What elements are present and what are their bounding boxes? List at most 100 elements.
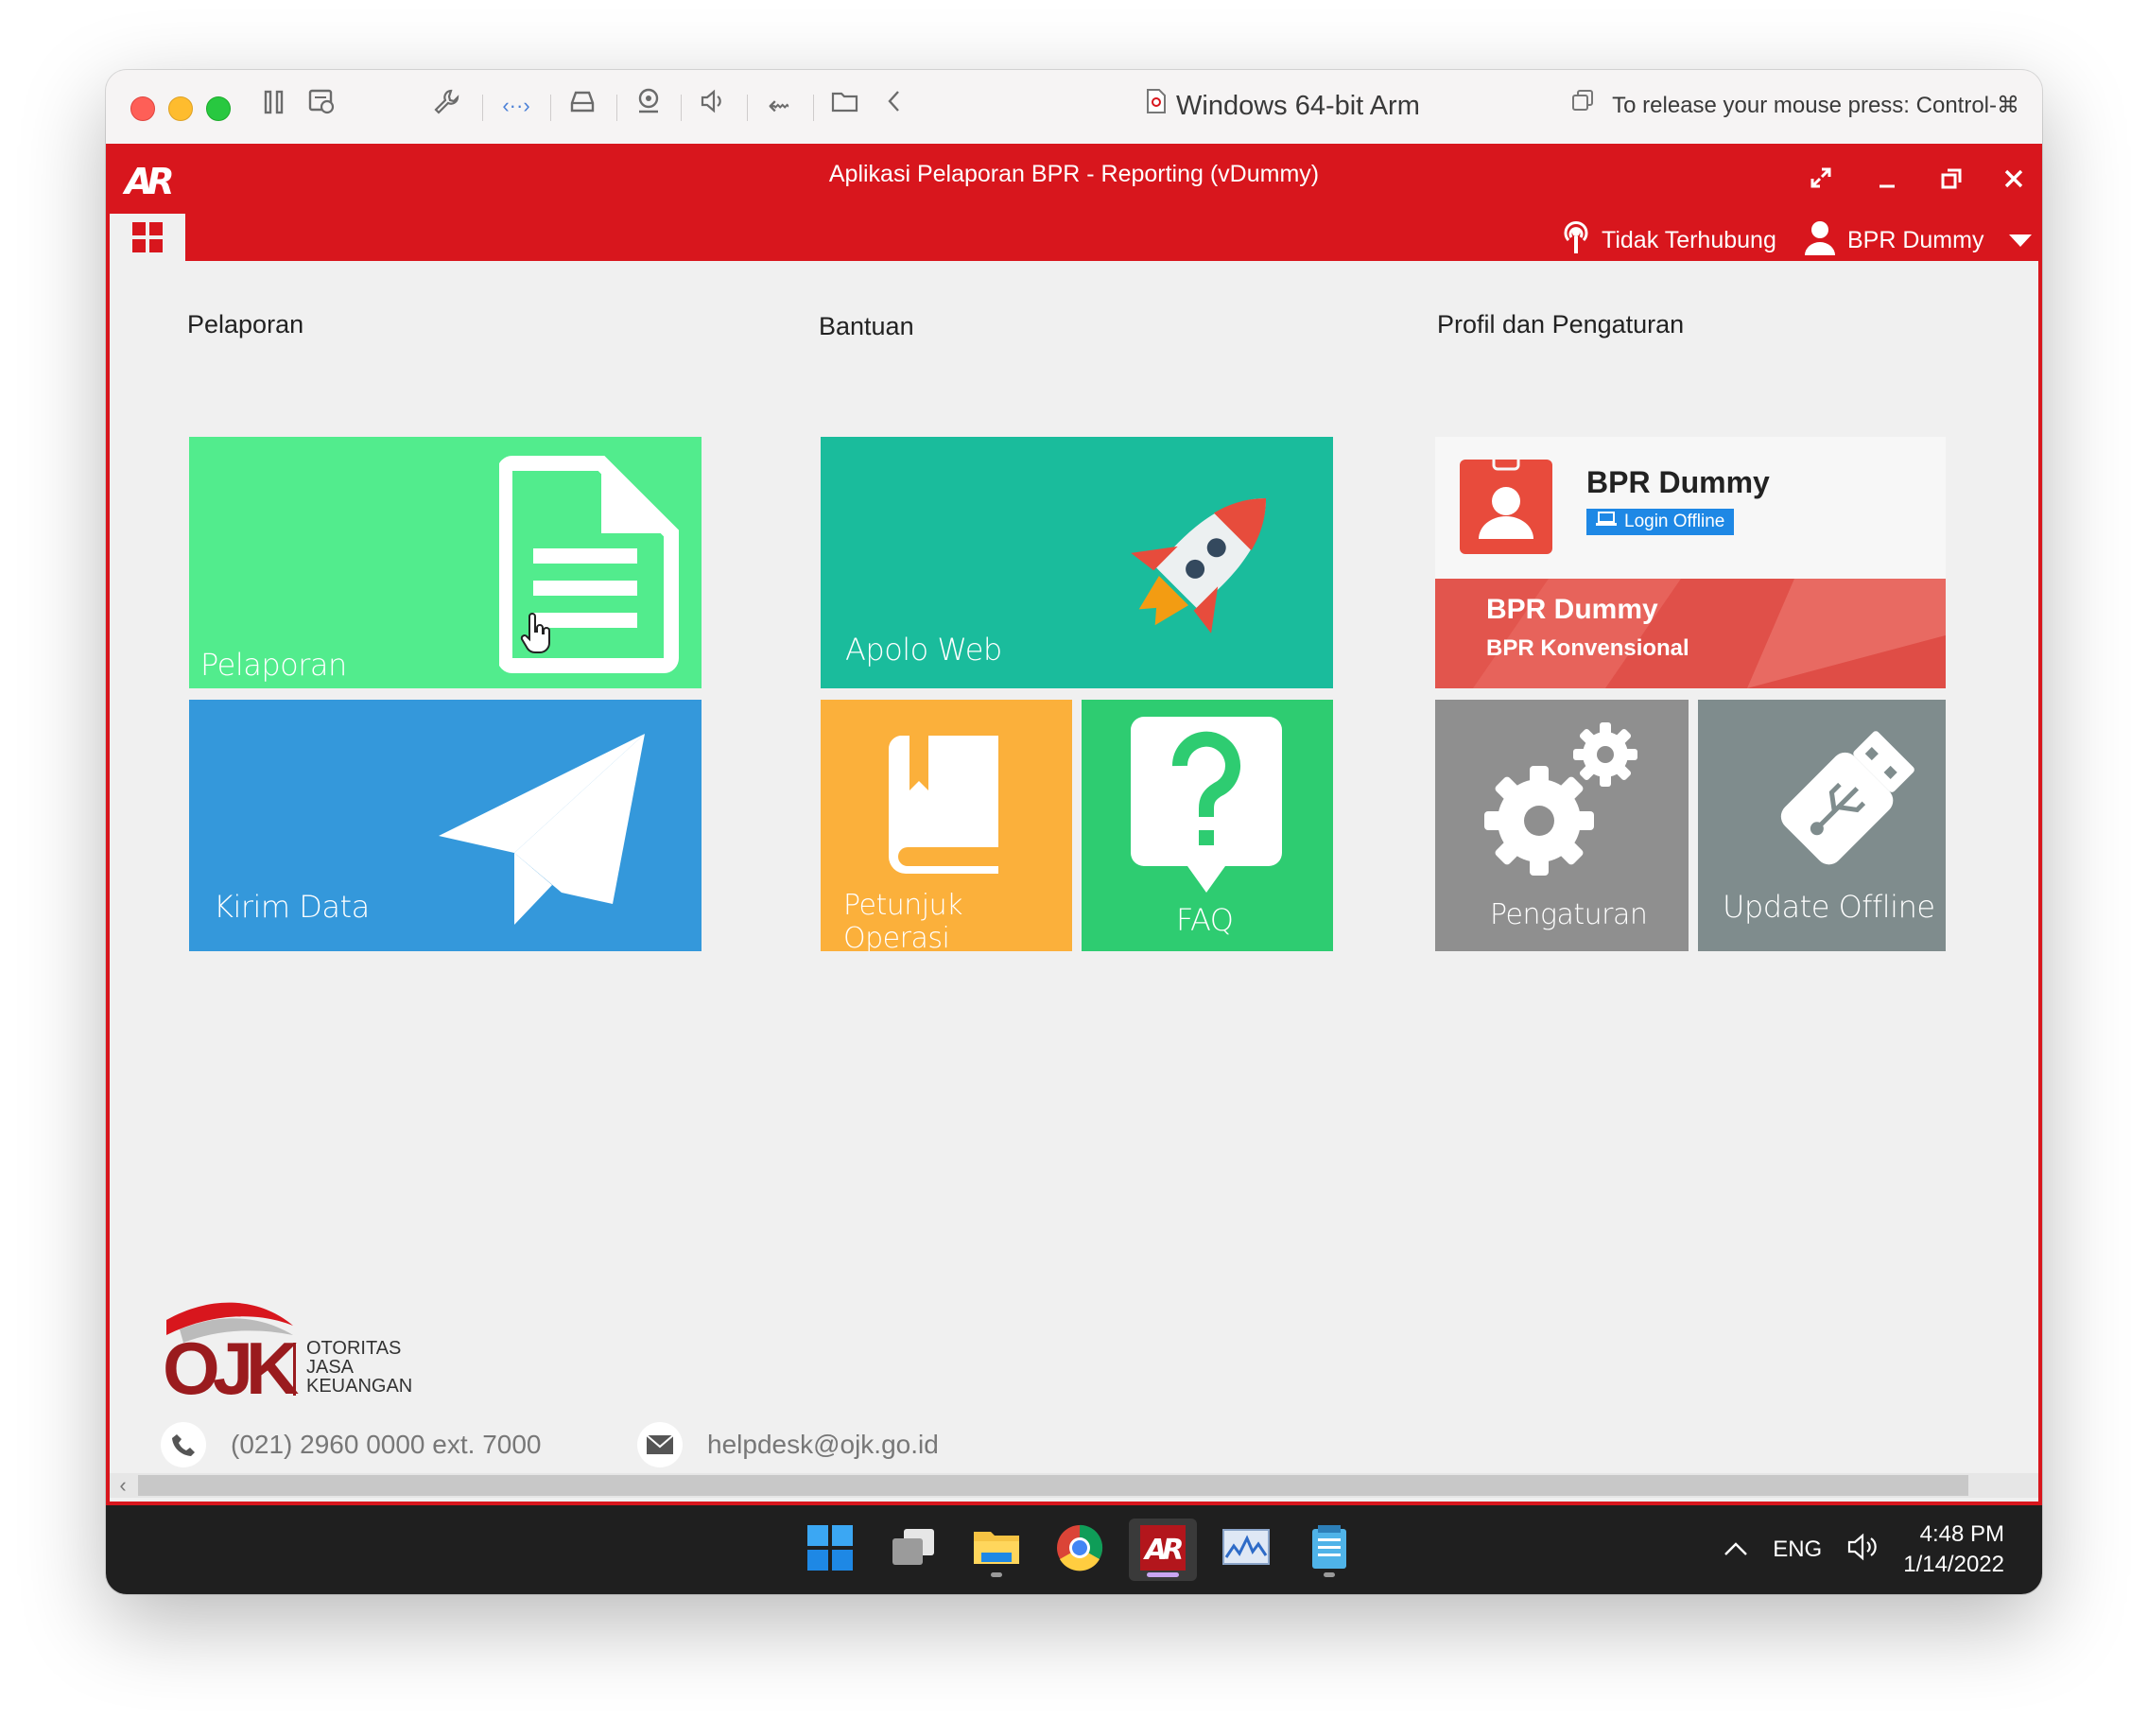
- phone-icon: [161, 1422, 206, 1467]
- section-title-bantuan: Bantuan: [819, 312, 914, 340]
- tile-faq[interactable]: FAQ: [1082, 700, 1333, 951]
- user-icon: [1804, 219, 1836, 262]
- windows-logo-icon: [807, 1524, 853, 1575]
- connection-status-text: Tidak Terhubung: [1602, 226, 1776, 253]
- close-icon: [2002, 165, 2025, 197]
- scroll-left-icon[interactable]: ‹: [112, 1473, 134, 1498]
- tile-kirim-data[interactable]: Kirim Data: [189, 700, 702, 951]
- wrench-icon[interactable]: [427, 87, 465, 125]
- restore-button[interactable]: [1931, 161, 1972, 202]
- paper-plane-icon: [439, 734, 647, 933]
- tile-label: Apolo Web: [845, 632, 1002, 668]
- tile-label: Petunjuk Operasi: [843, 889, 963, 951]
- book-icon: [887, 734, 1008, 880]
- tile-label: Pengaturan: [1490, 898, 1648, 931]
- pause-icon[interactable]: [255, 87, 293, 125]
- clock-date: 1/14/2022: [1903, 1552, 2004, 1577]
- app-body: Pelaporan Pelaporan Kirim Data Bantuan A…: [110, 261, 2038, 1502]
- speaker-icon[interactable]: [694, 87, 732, 125]
- task-view-icon: [891, 1528, 936, 1571]
- connection-status[interactable]: Tidak Terhubung: [1560, 219, 1776, 261]
- file-explorer-button[interactable]: [962, 1519, 1031, 1581]
- chrome-button[interactable]: [1046, 1519, 1114, 1581]
- section-title-profil: Profil dan Pengaturan: [1437, 310, 1685, 339]
- shared-folder-icon[interactable]: [826, 87, 864, 125]
- release-hint: To release your mouse press: Control-⌘: [1570, 87, 2019, 125]
- fullscreen-button[interactable]: [1800, 161, 1842, 202]
- minimize-window-button[interactable]: [168, 96, 193, 121]
- profile-card[interactable]: BPR Dummy Login Offline: [1435, 437, 1946, 579]
- ar-logo-icon: AR: [1140, 1524, 1187, 1575]
- usb-drive-icon: [1745, 717, 1915, 892]
- ojk-line-2: JASA: [306, 1357, 355, 1378]
- volume-icon[interactable]: [1846, 1533, 1879, 1568]
- clock[interactable]: 4:48 PM 1/14/2022: [1903, 1519, 2004, 1580]
- reporting-app-button[interactable]: AR: [1129, 1519, 1197, 1581]
- id-badge-icon: [1460, 452, 1552, 554]
- gear-icon: [1473, 717, 1643, 892]
- phone-text: (021) 2960 0000 ext. 7000: [231, 1430, 542, 1459]
- ojk-line-1: OTORITAS: [306, 1338, 402, 1359]
- minimize-button[interactable]: [1866, 161, 1908, 202]
- ojk-line-3: KEUANGAN: [306, 1376, 413, 1397]
- ojk-logo: OJK OTORITAS JASA KEUANGAN: [161, 1297, 444, 1401]
- notepad-icon: [1310, 1524, 1348, 1575]
- bpr-banner[interactable]: BPR Dummy BPR Konvensional: [1435, 579, 1946, 688]
- tile-apolo-web[interactable]: Apolo Web: [821, 437, 1333, 688]
- contact-email[interactable]: helpdesk@ojk.go.id: [637, 1422, 939, 1467]
- login-offline-text: Login Offline: [1624, 512, 1725, 531]
- folder-icon: [972, 1528, 1021, 1572]
- resource-monitor-button[interactable]: [1212, 1519, 1280, 1581]
- app-title: Aplikasi Pelaporan BPR - Reporting (vDum…: [828, 161, 1320, 187]
- snapshot-icon[interactable]: [303, 87, 340, 125]
- usb-icon[interactable]: ⇜: [760, 87, 798, 125]
- tile-pengaturan[interactable]: Pengaturan: [1435, 700, 1689, 951]
- start-button[interactable]: [796, 1519, 864, 1581]
- camera-icon[interactable]: [630, 87, 667, 125]
- document-icon: [1146, 87, 1167, 125]
- system-tray: ENG 4:48 PM 1/14/2022: [1724, 1505, 2004, 1594]
- tile-label: Update Offline: [1723, 889, 1935, 925]
- chevron-down-icon[interactable]: [2008, 227, 2033, 254]
- banner-name: BPR Dummy: [1486, 594, 1658, 625]
- expand-icon: [1809, 165, 1833, 197]
- chevron-up-icon[interactable]: [1724, 1536, 1748, 1563]
- tile-petunjuk-operasi[interactable]: Petunjuk Operasi: [821, 700, 1072, 951]
- zoom-window-button[interactable]: [206, 96, 231, 121]
- drive-icon[interactable]: [563, 87, 601, 125]
- app-window: AR Aplikasi Pelaporan BPR - Reporting (v…: [106, 144, 2042, 1505]
- mail-icon: [637, 1422, 683, 1467]
- hand-cursor-icon: [520, 613, 552, 659]
- vm-window: ‹··› ⇜ Windows 64-bit Arm To release you…: [106, 70, 2042, 1594]
- task-view-button[interactable]: [879, 1519, 947, 1581]
- restore-icon: [1940, 165, 1963, 197]
- home-tab[interactable]: [110, 214, 185, 261]
- language-indicator[interactable]: ENG: [1773, 1536, 1822, 1563]
- code-arrows-icon[interactable]: ‹··›: [497, 87, 535, 125]
- email-text: helpdesk@ojk.go.id: [707, 1430, 939, 1459]
- banner-type: BPR Konvensional: [1486, 635, 1689, 661]
- tile-pelaporan[interactable]: Pelaporan: [189, 437, 702, 688]
- chrome-icon: [1056, 1524, 1103, 1576]
- chevron-left-icon[interactable]: [875, 87, 913, 125]
- tile-update-offline[interactable]: Update Offline: [1698, 700, 1946, 951]
- close-window-button[interactable]: [130, 96, 155, 121]
- taskbar: AR ENG 4:48 PM 1/14/2022: [106, 1505, 2042, 1594]
- copy-icon: [1570, 87, 1595, 125]
- scrollbar-thumb[interactable]: [138, 1475, 1968, 1496]
- app-header: AR Aplikasi Pelaporan BPR - Reporting (v…: [106, 144, 2042, 261]
- notepad-button[interactable]: [1295, 1519, 1363, 1581]
- profile-name: BPR Dummy: [1586, 465, 1770, 499]
- user-menu[interactable]: BPR Dummy: [1804, 219, 2033, 261]
- login-offline-badge: Login Offline: [1586, 509, 1735, 535]
- question-bubble-icon: [1131, 717, 1282, 901]
- laptop-icon: [1596, 512, 1617, 532]
- antenna-icon: [1560, 219, 1592, 262]
- svg-text:OJK: OJK: [163, 1327, 299, 1401]
- contact-phone[interactable]: (021) 2960 0000 ext. 7000: [161, 1422, 541, 1467]
- tile-label: Pelaporan: [200, 647, 347, 683]
- horizontal-scrollbar[interactable]: ‹: [110, 1473, 2038, 1498]
- tile-label: Kirim Data: [214, 889, 370, 925]
- minimize-icon: [1877, 165, 1897, 197]
- close-button[interactable]: [1993, 161, 2035, 202]
